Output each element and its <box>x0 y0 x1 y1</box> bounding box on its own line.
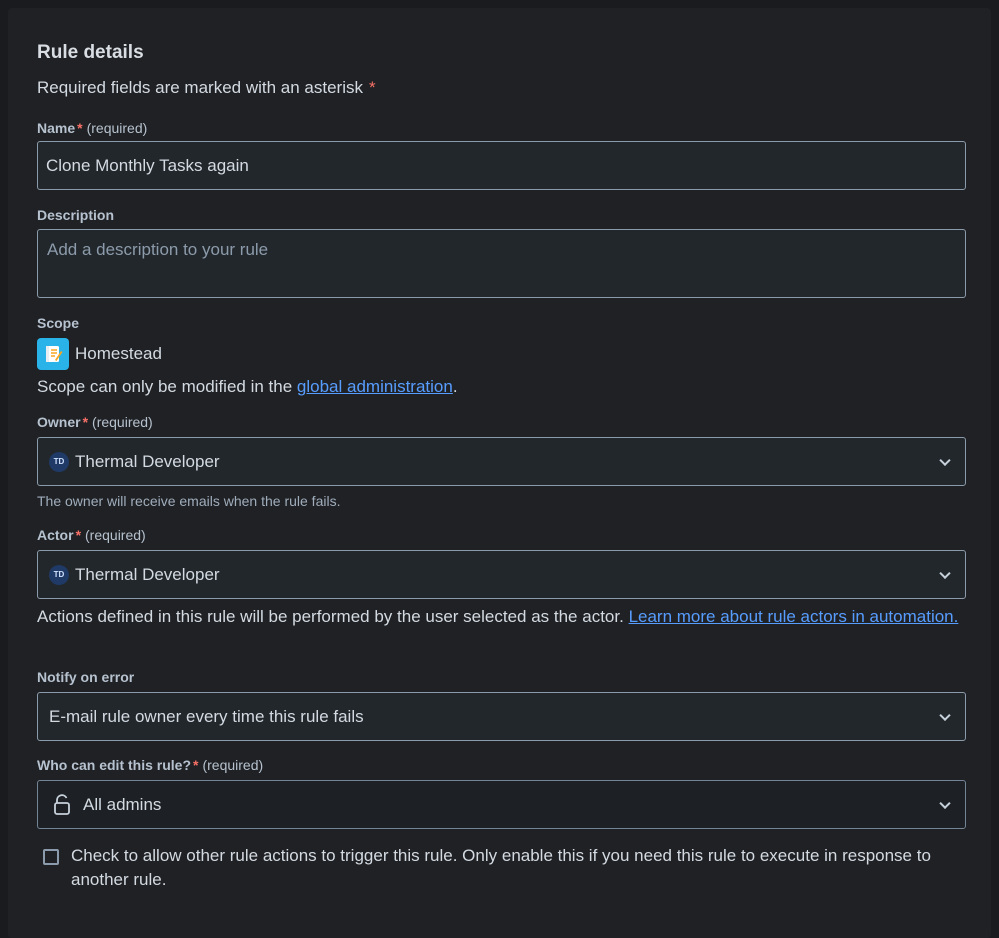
actor-required-star: * <box>75 527 82 543</box>
description-label: Description <box>37 207 115 223</box>
edit-permission-value: All admins <box>83 794 162 814</box>
owner-helper-text: The owner will receive emails when the r… <box>37 493 341 509</box>
required-asterisk: * <box>368 78 376 97</box>
owner-required-text: (required) <box>92 414 153 430</box>
notify-select[interactable]: E-mail rule owner every time this rule f… <box>37 692 966 741</box>
description-input[interactable] <box>38 230 965 297</box>
notify-value: E-mail rule owner every time this rule f… <box>49 706 364 726</box>
actor-select[interactable]: TD Thermal Developer <box>37 550 966 599</box>
allow-rule-trigger-option: Check to allow other rule actions to tri… <box>43 844 961 892</box>
edit-permission-required-star: * <box>193 757 199 773</box>
rule-details-panel: Rule details Required fields are marked … <box>8 8 991 938</box>
name-input[interactable] <box>38 142 965 189</box>
name-required-star: * <box>77 120 83 136</box>
scope-note-text: Scope can only be modified in the <box>37 377 293 396</box>
global-administration-link[interactable]: global administration <box>297 377 453 396</box>
actor-select-value: TD Thermal Developer <box>38 551 965 598</box>
actor-name: Thermal Developer <box>75 564 220 584</box>
scope-note-suffix: . <box>452 377 458 396</box>
owner-label: Owner * (required) <box>37 414 153 430</box>
notepad-icon <box>37 338 69 370</box>
avatar: TD <box>49 564 69 585</box>
required-note-text: Required fields are marked with an aster… <box>37 78 363 97</box>
actor-helper: Actions defined in this rule will be per… <box>37 605 966 629</box>
avatar: TD <box>49 451 69 472</box>
owner-name: Thermal Developer <box>75 451 220 471</box>
section-title: Rule details <box>37 42 144 63</box>
scope-value-row: Homestead <box>37 338 162 370</box>
required-note: Required fields are marked with an aster… <box>37 78 376 98</box>
name-label-text: Name <box>37 120 76 136</box>
scope-label: Scope <box>37 315 80 331</box>
scope-note: Scope can only be modified in the global… <box>37 375 458 399</box>
name-required-text: (required) <box>86 120 148 136</box>
actor-helper-text: Actions defined in this rule will be per… <box>37 607 624 626</box>
edit-permission-required-text: (required) <box>202 757 264 773</box>
rule-actors-link[interactable]: Learn more about rule actors in automati… <box>629 607 959 626</box>
notify-label: Notify on error <box>37 669 135 685</box>
name-label: Name * (required) <box>37 120 147 136</box>
unlock-icon <box>54 793 70 815</box>
actor-label: Actor * (required) <box>37 527 146 543</box>
scope-name: Homestead <box>75 344 162 363</box>
allow-rule-trigger-checkbox[interactable] <box>43 849 59 865</box>
actor-required-text: (required) <box>85 527 146 543</box>
owner-required-star: * <box>82 414 89 430</box>
description-field <box>37 229 966 298</box>
edit-permission-label-text: Who can edit this rule? <box>37 757 192 773</box>
allow-rule-trigger-label[interactable]: Check to allow other rule actions to tri… <box>71 844 961 892</box>
owner-select[interactable]: TD Thermal Developer <box>37 437 966 486</box>
edit-permission-label: Who can edit this rule? * (required) <box>37 757 263 773</box>
notify-select-value: E-mail rule owner every time this rule f… <box>38 693 965 740</box>
name-field <box>37 141 966 190</box>
edit-permission-select-value: All admins <box>38 781 965 828</box>
owner-label-text: Owner <box>37 414 81 430</box>
actor-label-text: Actor <box>37 527 74 543</box>
owner-select-value: TD Thermal Developer <box>38 438 965 485</box>
edit-permission-select[interactable]: All admins <box>37 780 966 829</box>
